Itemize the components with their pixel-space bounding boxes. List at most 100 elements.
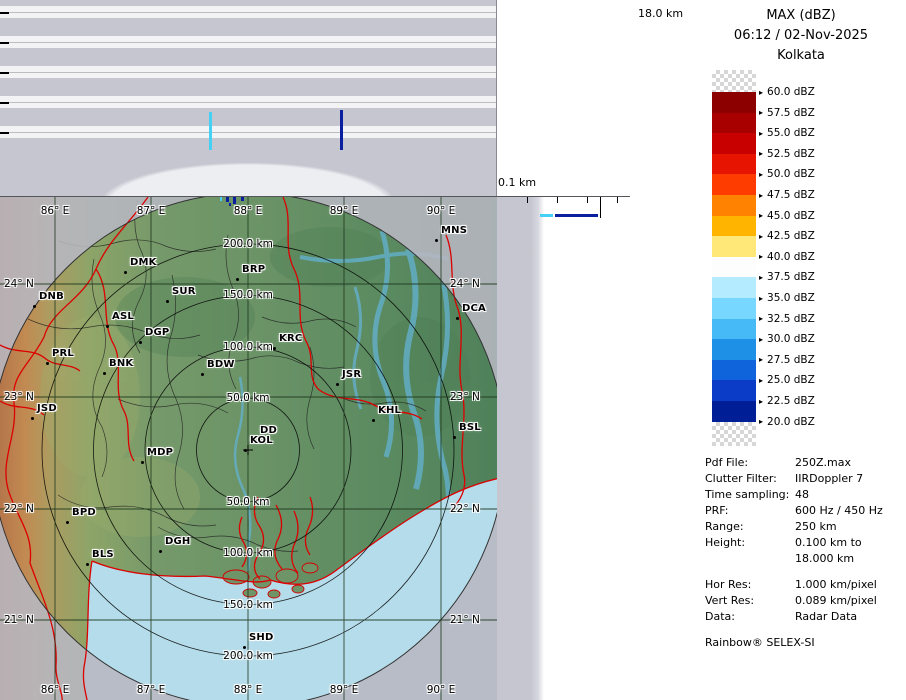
legend-label: ▸ 57.5 dBZ [759, 105, 815, 120]
city-label: BRP [242, 264, 265, 275]
info-label: Time sampling: [705, 487, 795, 503]
city-label: DGP [145, 327, 169, 338]
city-dot-icon [456, 317, 459, 320]
lon-label: 88° E [234, 205, 263, 217]
range-ring-label: 100.0 km [223, 547, 273, 559]
range-ring-label: 100.0 km [223, 341, 273, 353]
info-value: 250 km [795, 519, 903, 535]
legend-arrow-icon: ▸ [759, 229, 763, 244]
info-row: 18.000 km [705, 551, 903, 567]
legend-band [712, 401, 756, 422]
radar-screen: 18.0 km 0.1 km [0, 0, 906, 700]
info-rows: Pdf File:250Z.maxClutter Filter:IIRDoppl… [705, 455, 903, 625]
lat-label: 21° N [450, 614, 480, 626]
legend-label-text: 27.5 dBZ [767, 354, 815, 366]
city-label: DCA [462, 303, 486, 314]
city-dot-icon [372, 419, 375, 422]
city-label: BPD [72, 507, 96, 518]
info-label [705, 551, 795, 567]
legend-arrow-icon: ▸ [759, 394, 763, 409]
city-dot-icon [244, 449, 247, 452]
product-info: Pdf File:250Z.maxClutter Filter:IIRDoppl… [705, 455, 903, 651]
lon-label: 87° E [137, 205, 166, 217]
city-dot-icon [201, 373, 204, 376]
axis-tick [587, 197, 588, 203]
legend-band [712, 380, 756, 401]
city-label: JSR [342, 369, 361, 380]
city-dot-icon [124, 271, 127, 274]
city-dot-icon [106, 325, 109, 328]
axis-tick [0, 102, 9, 104]
city-dot-icon [66, 521, 69, 524]
legend-label-text: 40.0 dBZ [767, 251, 815, 263]
info-value: 0.100 km to [795, 535, 903, 551]
radar-echo-cyan [540, 214, 553, 217]
lat-label: 23° N [4, 391, 34, 403]
legend-label: ▸32.5 dBZ [759, 311, 815, 326]
legend-label: ▸20.0 dBZ [759, 414, 815, 429]
city-label: KRC [279, 333, 302, 344]
lon-label: 90° E [427, 684, 456, 696]
city-dot-icon [141, 461, 144, 464]
legend-label: ▸42.5 dBZ [759, 229, 815, 244]
info-value: 18.000 km [795, 551, 903, 567]
legend-label: ▸52.5 dBZ [759, 146, 815, 161]
city-label: BNK [109, 358, 133, 369]
legend-arrow-icon: ▸ [759, 291, 763, 306]
beam-wedge [30, 150, 466, 196]
legend-label: ▸ 47.5 dBZ [759, 188, 815, 203]
range-ring-label: 50.0 km [226, 392, 269, 404]
lat-label: 24° N [450, 278, 480, 290]
axis-tick [0, 42, 9, 44]
city-dot-icon [166, 300, 169, 303]
legend-label: ▸50.0 dBZ [759, 167, 815, 182]
city-label: DGH [165, 536, 190, 547]
product-title: MAX (dBZ) [696, 6, 906, 26]
city-dot-icon [453, 436, 456, 439]
legend-label: ▸37.5 dBZ [759, 270, 815, 285]
radar-echo-navy [340, 110, 343, 150]
legend-band [712, 174, 756, 195]
legend-swatches [712, 70, 756, 446]
info-label: Height: [705, 535, 795, 551]
info-value: 48 [795, 487, 903, 503]
city-dot-icon [435, 239, 438, 242]
legend-label: ▸27.5 dBZ [759, 352, 815, 367]
info-row: Vert Res:0.089 km/pixel [705, 593, 903, 609]
lat-label: 23° N [450, 391, 480, 403]
legend-label: ▸22.5 dBZ [759, 394, 815, 409]
legend-label-text: 25.0 dBZ [767, 374, 815, 386]
lon-label: 86° E [41, 205, 70, 217]
legend-arrow-icon: ▸ [759, 167, 763, 182]
info-value: 1.000 km/pixel [795, 577, 903, 593]
side-nodata-band [497, 197, 544, 700]
radar-echo-navy [555, 214, 598, 217]
station-name: Kolkata [696, 46, 906, 66]
city-dot-icon [139, 341, 142, 344]
info-label: Hor Res: [705, 577, 795, 593]
city-label: ASL [112, 311, 134, 322]
legend-band [712, 70, 756, 92]
city-dot-icon [243, 646, 246, 649]
info-label: Data: [705, 609, 795, 625]
legend-band [712, 277, 756, 298]
city-dot-icon [33, 305, 36, 308]
axis-tick [527, 197, 528, 203]
city-label: MNS [441, 225, 467, 236]
legend-arrow-icon: ▸ [759, 105, 763, 120]
info-label: Clutter Filter: [705, 471, 795, 487]
lat-label: 24° N [4, 278, 34, 290]
height-gridline [0, 102, 496, 103]
legend-arrow-icon: ▸ [759, 146, 763, 161]
legend-label-text: 47.5 dBZ [767, 189, 815, 201]
top-cross-section-base [0, 150, 497, 196]
info-value: Radar Data [795, 609, 903, 625]
legend-label-text: 57.5 dBZ [767, 107, 815, 119]
info-row: Height:0.100 km to [705, 535, 903, 551]
info-value: IIRDoppler 7 [795, 471, 903, 487]
city-label: JSD [37, 403, 57, 414]
product-datetime: 06:12 / 02-Nov-2025 [696, 26, 906, 46]
info-label: Vert Res: [705, 593, 795, 609]
legend-band [712, 422, 756, 446]
legend-arrow-icon: ▸ [759, 188, 763, 203]
